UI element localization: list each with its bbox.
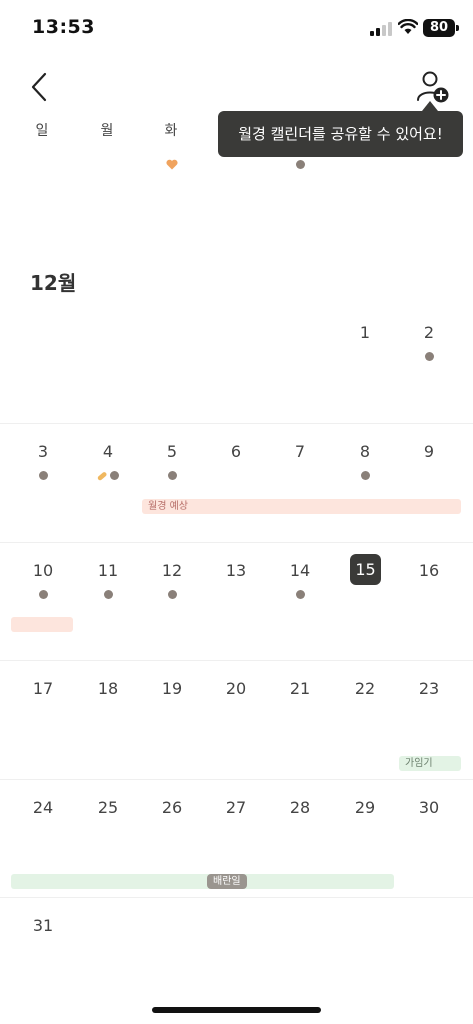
- record-dot: [425, 352, 434, 361]
- status-time: 13:53: [32, 16, 95, 38]
- week-row-4: 17 18 19 20 21 22 23 가임기: [0, 660, 473, 779]
- ovulation-label[interactable]: 배란일: [207, 874, 247, 889]
- day-cell[interactable]: 28: [280, 798, 320, 817]
- day-cell[interactable]: 17: [23, 679, 63, 698]
- day-cell[interactable]: 25: [88, 798, 128, 817]
- day-cell[interactable]: 16: [409, 561, 449, 580]
- record-dot: [361, 471, 370, 480]
- week-row-5: 24 25 26 27 28 29 30 배란일: [0, 779, 473, 897]
- pill-icon: [97, 472, 107, 481]
- day-cell[interactable]: 20: [216, 679, 256, 698]
- week-row-2: 3 4 5 6 7 8 9 월경 예상: [0, 423, 473, 542]
- day-cell[interactable]: 9: [409, 442, 449, 461]
- weekday-tue: 화: [164, 123, 178, 139]
- day-cell[interactable]: 27: [216, 798, 256, 817]
- day-cell[interactable]: 14: [280, 561, 320, 580]
- day-cell[interactable]: 7: [280, 442, 320, 461]
- day-cell[interactable]: 29: [345, 798, 385, 817]
- status-bar: 13:53 80: [0, 0, 473, 58]
- nav-bar: [0, 60, 473, 116]
- period-expected-band-continued[interactable]: [11, 617, 73, 632]
- day-cell[interactable]: 21: [280, 679, 320, 698]
- day-cell[interactable]: 11: [88, 561, 128, 580]
- record-dot: [39, 471, 48, 480]
- day-cell[interactable]: 8: [345, 442, 385, 461]
- day-cell[interactable]: 18: [88, 679, 128, 698]
- day-cell[interactable]: 3: [23, 442, 63, 461]
- home-indicator: [152, 1007, 321, 1013]
- day-cell[interactable]: 24: [23, 798, 63, 817]
- day-cell[interactable]: 1: [345, 323, 385, 342]
- weekday-header: 일 월 화: [0, 120, 473, 144]
- day-cell[interactable]: 13: [216, 561, 256, 580]
- record-dot: [39, 590, 48, 599]
- record-dot: [168, 590, 177, 599]
- day-cell[interactable]: 23: [409, 679, 449, 698]
- day-cell[interactable]: 4: [88, 442, 128, 461]
- tooltip-arrow: [422, 101, 438, 111]
- fertile-band[interactable]: 가임기: [399, 756, 461, 771]
- record-dot: [104, 590, 113, 599]
- day-cell[interactable]: 26: [152, 798, 192, 817]
- day-cell[interactable]: 19: [152, 679, 192, 698]
- battery-indicator: 80: [423, 19, 455, 37]
- record-dot: [168, 471, 177, 480]
- day-cell[interactable]: 30: [409, 798, 449, 817]
- heart-icon: [166, 159, 178, 170]
- day-cell[interactable]: 12: [152, 561, 192, 580]
- day-cell[interactable]: 2: [409, 323, 449, 342]
- fertile-band-continued[interactable]: [11, 874, 394, 889]
- period-expected-band[interactable]: 월경 예상: [142, 499, 461, 514]
- record-dot: [110, 471, 119, 480]
- cellular-signal-icon: [370, 22, 392, 36]
- record-dot: [296, 590, 305, 599]
- week-row-3: 10 11 12 13 14 15 16: [0, 542, 473, 660]
- month-title: 12월: [30, 271, 77, 295]
- wifi-icon: [398, 19, 418, 34]
- week-row-6: 31: [0, 897, 473, 997]
- today-marker[interactable]: 15: [350, 554, 381, 585]
- day-cell[interactable]: 31: [23, 916, 63, 935]
- day-cell[interactable]: 10: [23, 561, 63, 580]
- day-cell[interactable]: 5: [152, 442, 192, 461]
- weekday-mon: 월: [100, 123, 114, 139]
- day-cell[interactable]: 6: [216, 442, 256, 461]
- week-row-1: 1 2: [0, 305, 473, 423]
- record-dot: [296, 160, 305, 169]
- chevron-left-icon[interactable]: [26, 70, 54, 104]
- battery-cap: [456, 25, 459, 31]
- day-cell[interactable]: 22: [345, 679, 385, 698]
- weekday-sun: 일: [35, 123, 49, 139]
